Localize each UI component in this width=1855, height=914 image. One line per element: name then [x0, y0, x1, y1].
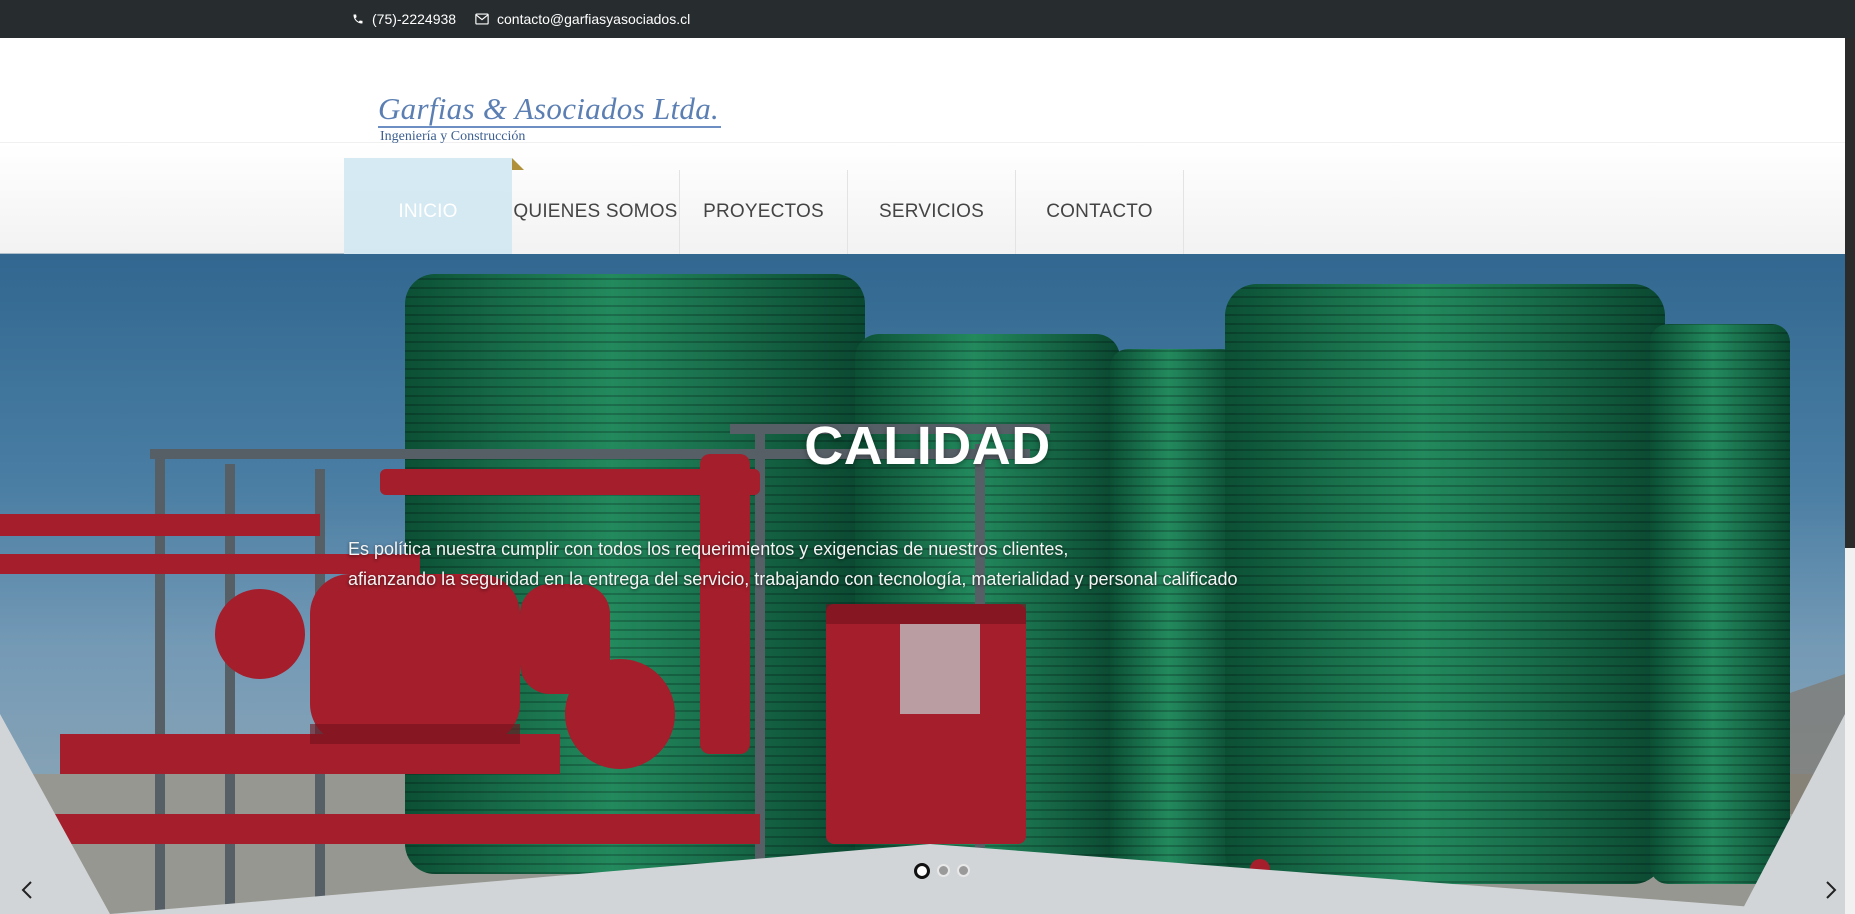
slide-description-line-1: Es política nuestra cumplir con todos lo… [348, 539, 1069, 559]
nav-item-servicios[interactable]: SERVICIOS [848, 170, 1016, 254]
nav-item-contacto[interactable]: CONTACTO [1016, 170, 1184, 254]
logo-tagline: Ingeniería y Construcción [380, 129, 526, 144]
logo-name: Garfias & Asociados Ltda. [378, 91, 722, 128]
nav-item-quienes-somos[interactable]: QUIENES SOMOS [512, 170, 680, 254]
email-address: contacto@garfiasyasociados.cl [497, 11, 691, 27]
email-contact[interactable]: contacto@garfiasyasociados.cl [475, 0, 690, 38]
phone-contact[interactable]: (75)-2224938 [352, 0, 456, 38]
company-logo[interactable]: Garfias & Asociados Ltda. Ingeniería y C… [378, 91, 722, 145]
slide-description: Es política nuestra cumplir con todos lo… [348, 534, 1348, 594]
main-navigation: INICIO QUIENES SOMOS PROYECTOS SERVICIOS… [344, 170, 1184, 254]
slider-next-button[interactable] [1816, 875, 1846, 905]
nav-item-inicio[interactable]: INICIO [344, 170, 512, 254]
top-bar: (75)-2224938 contacto@garfiasyasociados.… [0, 0, 1855, 38]
slider-dot-1[interactable] [914, 862, 930, 879]
slide-title: CALIDAD [804, 416, 1051, 476]
logo-flag-decoration [512, 158, 524, 170]
slider-prev-button[interactable] [12, 875, 42, 905]
chevron-right-icon [1826, 881, 1837, 899]
slider-dot-3[interactable] [957, 864, 970, 877]
phone-icon [352, 13, 364, 25]
slider-pagination [914, 862, 970, 879]
slide-description-line-2: afianzando la seguridad en la entrega de… [348, 569, 1238, 589]
scrollbar-thumb[interactable] [1845, 38, 1855, 548]
slider-dot-2[interactable] [937, 864, 950, 877]
envelope-icon [475, 13, 489, 25]
chevron-left-icon [21, 881, 32, 899]
nav-item-proyectos[interactable]: PROYECTOS [680, 170, 848, 254]
phone-number: (75)-2224938 [372, 11, 457, 27]
